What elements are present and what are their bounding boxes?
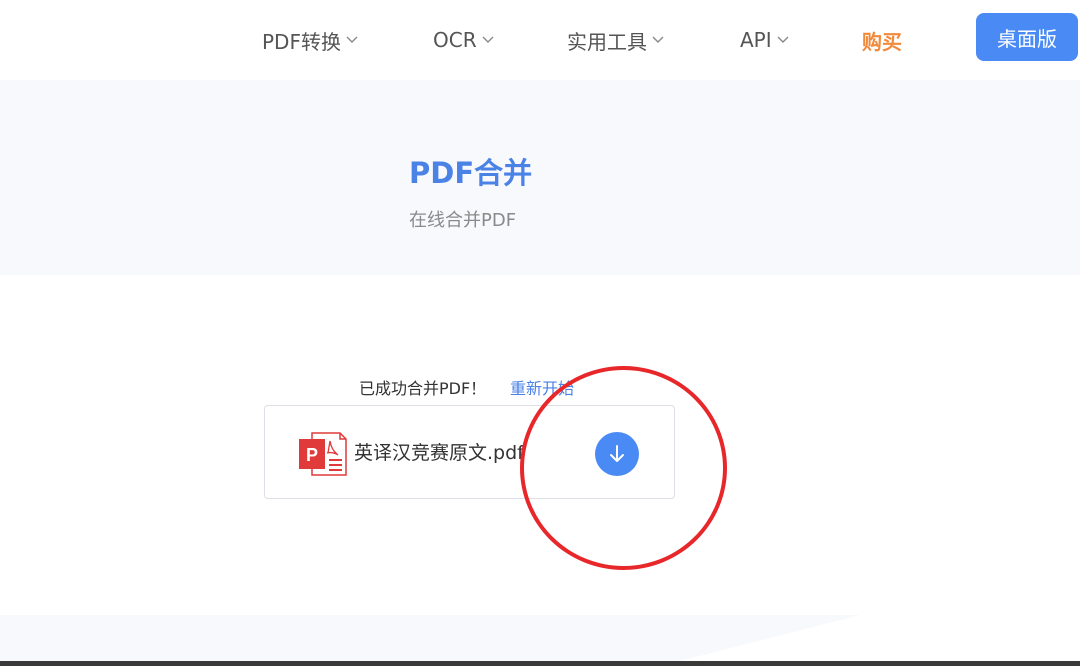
nav-item-label: PDF转换 — [262, 29, 341, 54]
nav-item-api[interactable]: API — [740, 26, 790, 54]
footer-bar — [0, 661, 1080, 666]
footer-decoration — [680, 615, 1080, 661]
nav-item-label: API — [740, 28, 772, 52]
file-name: 英译汉竞赛原文.pdf — [354, 442, 524, 464]
nav-item-buy[interactable]: 购买 — [862, 26, 902, 54]
nav-item-pdf-convert[interactable]: PDF转换 — [262, 26, 359, 54]
nav-item-label: OCR — [433, 28, 477, 52]
desktop-version-button[interactable]: 桌面版 — [976, 13, 1078, 61]
download-button[interactable] — [595, 432, 639, 476]
footer-band — [0, 615, 1080, 661]
restart-link[interactable]: 重新开始 — [510, 375, 574, 399]
pdf-file-icon: P — [298, 431, 348, 477]
merged-file-card: P 英译汉竞赛原文.pdf — [264, 405, 675, 499]
page-title: PDF合并 — [409, 156, 533, 190]
nav-item-label: 实用工具 — [567, 29, 647, 54]
top-navigation: PDF转换 OCR 实用工具 API 购买 桌面版 — [0, 0, 1080, 80]
nav-item-ocr[interactable]: OCR — [433, 26, 495, 54]
chevron-down-icon — [776, 32, 790, 46]
merge-success-message: 已成功合并PDF！ — [359, 379, 487, 398]
svg-text:P: P — [306, 445, 318, 465]
chevron-down-icon — [481, 32, 495, 46]
chevron-down-icon — [345, 32, 359, 46]
hero-banner: PDF合并 在线合并PDF — [0, 80, 1080, 275]
page-subtitle: 在线合并PDF — [409, 210, 517, 231]
nav-item-tools[interactable]: 实用工具 — [567, 26, 665, 54]
download-arrow-icon — [606, 443, 628, 465]
chevron-down-icon — [651, 32, 665, 46]
